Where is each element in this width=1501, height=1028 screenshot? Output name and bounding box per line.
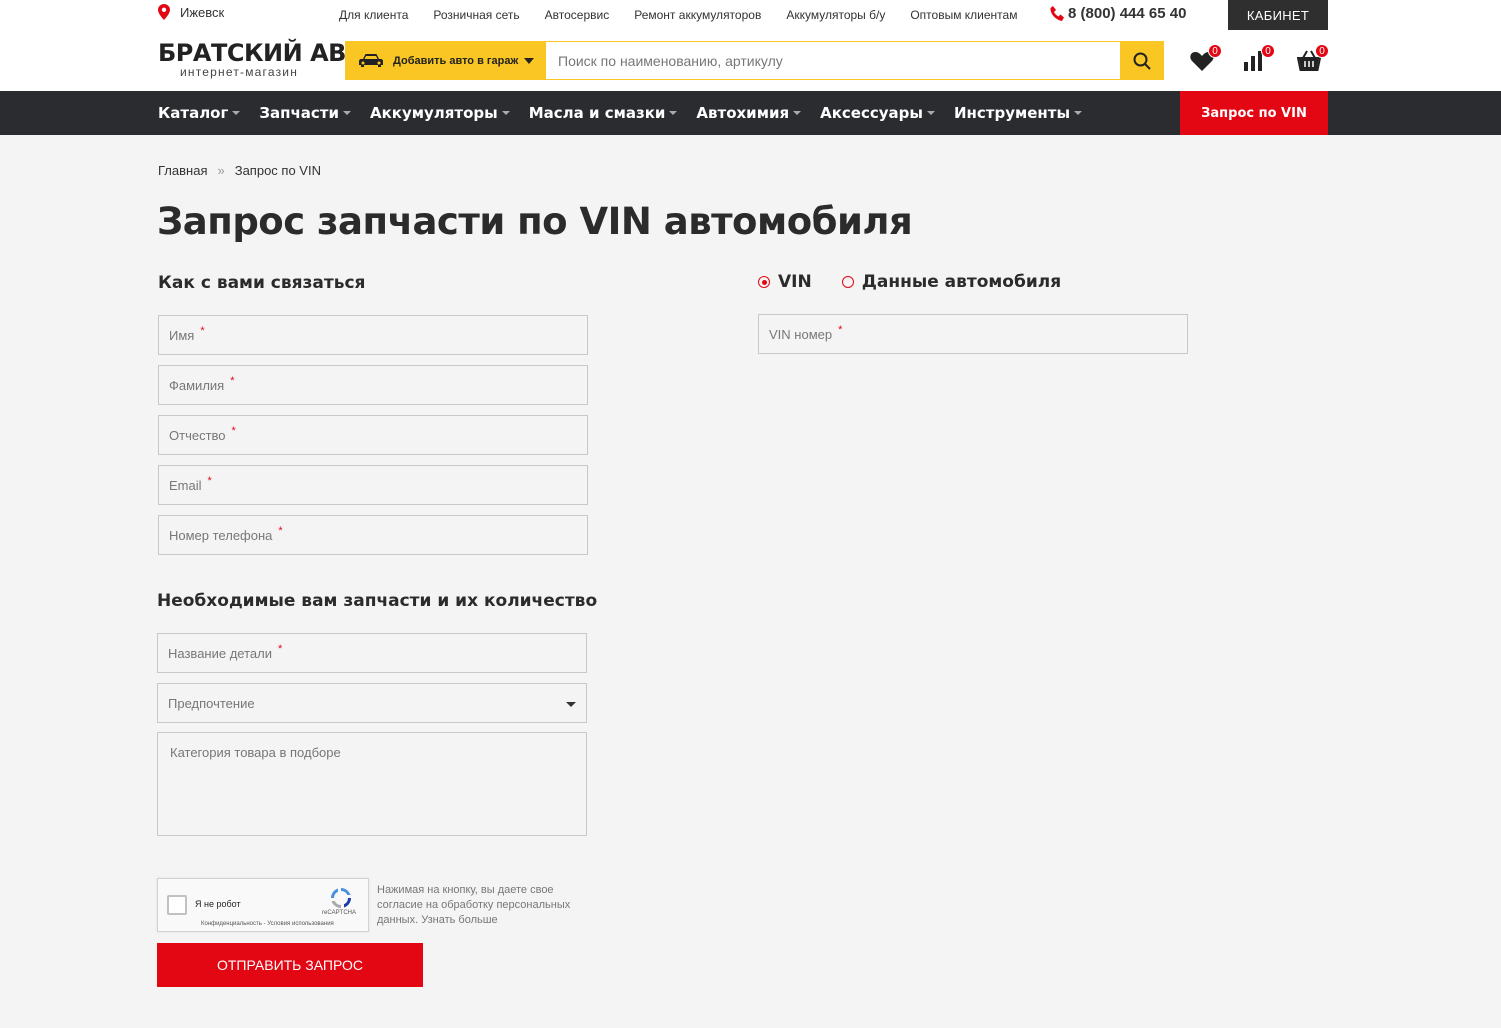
recaptcha-brand: reCAPTCHA: [322, 910, 357, 916]
phone-field[interactable]: Номер телефона *: [158, 515, 588, 555]
radio-vin-label[interactable]: VIN: [778, 272, 812, 292]
nav-vin-request-button[interactable]: Запрос по VIN: [1180, 91, 1328, 135]
vin-field[interactable]: VIN номер *: [758, 314, 1188, 354]
chevron-down-icon: [793, 111, 802, 115]
part-name-field[interactable]: Название детали *: [157, 633, 587, 673]
required-mark: *: [207, 475, 212, 487]
nav-label: Каталог: [158, 104, 229, 122]
last-name-field[interactable]: Фамилия *: [158, 365, 588, 405]
city-name: Ижевск: [180, 4, 225, 20]
top-link[interactable]: Автосервис: [545, 8, 610, 22]
field-placeholder: Отчество: [169, 427, 226, 443]
recaptcha-terms[interactable]: Конфиденциальность - Условия использован…: [201, 921, 334, 927]
top-link[interactable]: Аккумуляторы б/у: [786, 8, 885, 22]
chevron-down-icon: [232, 111, 241, 115]
nav-item-chemicals[interactable]: Автохимия: [696, 104, 802, 122]
favorites-badge: 0: [1208, 44, 1222, 58]
radio-car-data[interactable]: [841, 276, 854, 288]
nav-item-batteries[interactable]: Аккумуляторы: [370, 104, 510, 122]
top-link[interactable]: Для клиента: [339, 8, 408, 22]
parts-section-title: Необходимые вам запчасти и их количество: [157, 591, 598, 611]
email-field[interactable]: Email *: [158, 465, 588, 505]
favorites-button[interactable]: 0: [1190, 44, 1222, 74]
nav-item-oils[interactable]: Масла и смазки: [529, 104, 678, 122]
compare-badge: 0: [1261, 44, 1275, 58]
field-placeholder: Email: [169, 477, 202, 493]
phone-link[interactable]: 8 (800) 444 65 40: [1050, 5, 1186, 22]
recaptcha-checkbox[interactable]: [167, 895, 187, 915]
field-placeholder: Номер телефона: [169, 527, 273, 543]
radio-car-data-label[interactable]: Данные автомобиля: [862, 272, 1061, 292]
first-name-field[interactable]: Имя *: [158, 315, 588, 355]
required-mark: *: [838, 324, 843, 336]
recaptcha-label: Я не робот: [195, 899, 241, 909]
required-mark: *: [278, 525, 283, 537]
phone-number: 8 (800) 444 65 40: [1068, 5, 1187, 22]
cart-button[interactable]: 0: [1296, 44, 1329, 74]
radio-vin[interactable]: [758, 276, 770, 288]
breadcrumb: Главная » Запрос по VIN: [158, 163, 321, 178]
phone-icon: [1050, 5, 1064, 21]
textarea-placeholder: Категория товара в подборе: [170, 745, 341, 760]
top-link[interactable]: Розничная сеть: [433, 8, 519, 22]
field-placeholder: VIN номер: [769, 326, 833, 342]
search-icon: [1133, 52, 1151, 70]
required-mark: *: [200, 325, 205, 337]
chevron-down-icon: [501, 111, 510, 115]
compare-button[interactable]: 0: [1243, 44, 1275, 74]
breadcrumb-current: Запрос по VIN: [234, 163, 321, 178]
required-mark: *: [231, 425, 236, 437]
nav-label: Аксессуары: [820, 104, 923, 122]
city-selector[interactable]: Ижевск: [158, 4, 224, 20]
chevron-down-icon: [343, 111, 351, 115]
consent-text: Нажимая на кнопку, вы даете свое согласи…: [377, 884, 571, 926]
nav-label: Аккумуляторы: [370, 104, 498, 122]
nav-item-tools[interactable]: Инструменты: [953, 104, 1083, 122]
cabinet-button[interactable]: КАБИНЕТ: [1228, 0, 1328, 30]
vehicle-mode-radio-group: VIN Данные автомобиля: [758, 272, 1061, 292]
top-link[interactable]: Ремонт аккумуляторов: [634, 8, 761, 22]
nav-label: Масла и смазки: [528, 104, 666, 122]
garage-label: Добавить авто в гараж: [393, 54, 519, 67]
recaptcha-widget: Я не робот reCAPTCHA Конфиденциальность …: [157, 878, 369, 932]
main-nav: Каталог Запчасти Аккумуляторы Масла и см…: [0, 91, 1501, 135]
cart-badge: 0: [1315, 44, 1329, 58]
chevron-down-icon: [669, 111, 678, 115]
top-bar: Ижевск Для клиента Розничная сеть Автосе…: [0, 0, 1501, 30]
add-car-garage-button[interactable]: Добавить авто в гараж: [345, 41, 545, 80]
field-placeholder: Фамилия: [169, 377, 225, 393]
location-pin-icon: [158, 4, 170, 20]
nav-item-catalog[interactable]: Каталог: [158, 104, 241, 122]
nav-label: Запчасти: [259, 104, 339, 122]
field-placeholder: Название детали: [168, 645, 272, 661]
patronymic-field[interactable]: Отчество *: [158, 415, 588, 455]
nav-item-accessories[interactable]: Аксессуары: [820, 104, 935, 122]
submit-request-button[interactable]: ОТПРАВИТЬ ЗАПРОС: [157, 943, 423, 987]
header: БРАТСКИЙ АВТО интернет-магазин Добавить …: [0, 30, 1501, 91]
breadcrumb-home[interactable]: Главная: [158, 163, 207, 178]
nav-item-parts[interactable]: Запчасти: [259, 104, 351, 122]
search-input[interactable]: Поиск по наименованию, артикулу: [545, 41, 1121, 80]
top-link[interactable]: Оптовым клиентам: [910, 8, 1017, 22]
chevron-down-icon: [1074, 111, 1083, 115]
category-textarea[interactable]: Категория товара в подборе: [157, 732, 587, 836]
chevron-down-icon: [566, 702, 576, 707]
required-mark: *: [230, 375, 235, 387]
search-button[interactable]: [1120, 41, 1164, 80]
preference-select[interactable]: Предпочтение: [157, 683, 587, 723]
chevron-down-icon: [926, 111, 935, 115]
car-icon: [359, 53, 383, 67]
contact-section-title: Как с вами связаться: [158, 273, 366, 293]
nav-label: Инструменты: [953, 104, 1071, 122]
page-title: Запрос запчасти по VIN автомобиля: [157, 200, 913, 243]
caret-down-icon: [524, 57, 535, 64]
top-links: Для клиента Розничная сеть Автосервис Ре…: [339, 8, 1042, 22]
recaptcha-logo-icon: [331, 888, 351, 908]
breadcrumb-separator: »: [217, 163, 225, 178]
field-placeholder: Имя: [169, 327, 195, 343]
nav-label: Автохимия: [696, 104, 790, 122]
required-mark: *: [277, 643, 283, 655]
select-placeholder: Предпочтение: [168, 695, 255, 711]
